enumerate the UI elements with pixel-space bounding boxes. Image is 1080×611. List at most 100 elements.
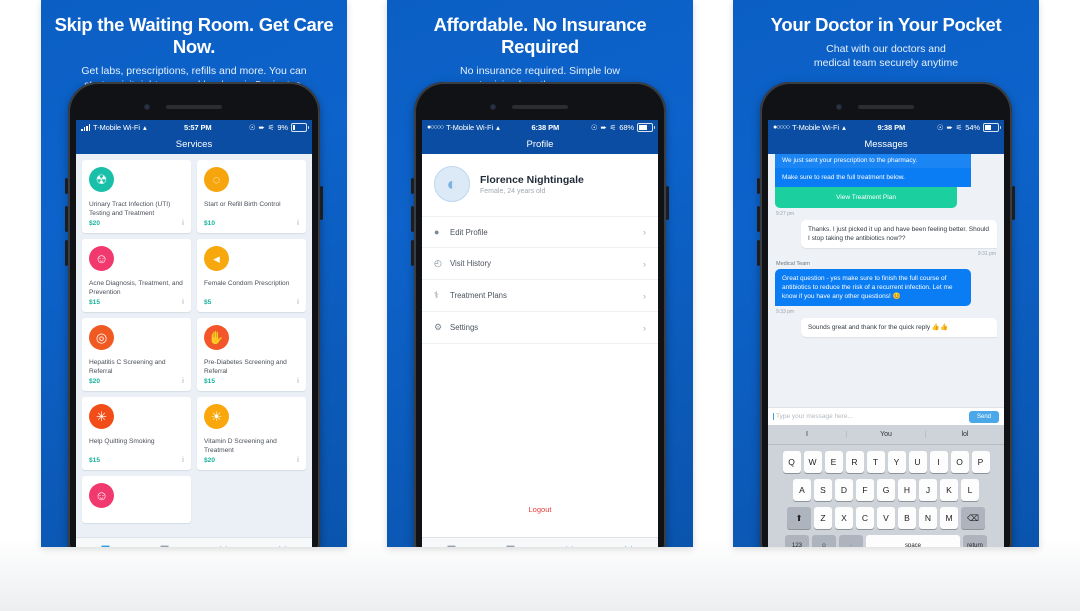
key-m[interactable]: M (940, 507, 958, 529)
panel-messages: Your Doctor in Your Pocket Chat with our… (733, 0, 1039, 547)
bottom-tab-bar[interactable]: ▬ ▬ ◡ ◡ (422, 537, 658, 547)
pill-ring-icon: ◌ (204, 167, 229, 192)
key-w[interactable]: W (803, 451, 822, 473)
service-card[interactable]: ◎ Hepatitis C Screening and Referral $20… (82, 318, 191, 391)
prediction-1[interactable]: I (768, 431, 847, 438)
prediction-3[interactable]: lol (926, 431, 1004, 438)
menu-item-settings[interactable]: ⚙ Settings › (422, 311, 658, 343)
info-icon[interactable]: i (297, 378, 299, 385)
menu-item-label: Visit History (450, 259, 492, 268)
key-p[interactable]: P (971, 451, 990, 473)
key-o[interactable]: O (950, 451, 969, 473)
phone-screen-2: ●○○○○ T-Mobile Wi-Fi ▴ 6:38 PM ☉ ➨ ⚟ 68% (422, 120, 658, 547)
services-list[interactable]: ☢ Urinary Tract Infection (UTI) Testing … (76, 154, 312, 538)
sidebar-item-services[interactable]: ▬ (76, 538, 135, 548)
speaker-grille (512, 105, 568, 109)
key-a[interactable]: A (793, 479, 811, 501)
service-card-partial[interactable] (197, 476, 306, 523)
return-key[interactable]: return (963, 535, 987, 547)
key-e[interactable]: E (824, 451, 843, 473)
service-card[interactable]: ☺ Acne Diagnosis, Treatment, and Prevent… (82, 239, 191, 312)
key-d[interactable]: D (835, 479, 853, 501)
sidebar-item-visits[interactable]: ▬ (135, 538, 194, 548)
service-price: $15 (89, 457, 101, 464)
key-z[interactable]: Z (814, 507, 832, 529)
message-bubble: Sounds great and thank for the quick rep… (800, 318, 997, 337)
sidebar-item-profile[interactable]: ◡ (253, 538, 312, 548)
key-b[interactable]: B (898, 507, 916, 529)
speaker-grille (858, 105, 914, 109)
onscreen-keyboard[interactable]: I You lol Q W E R T Y U I O P A S D F G … (768, 425, 1004, 547)
chevron-right-icon: › (643, 258, 646, 269)
prediction-2[interactable]: You (847, 431, 926, 438)
page-title: Skip the Waiting Room. Get Care Now. (54, 14, 334, 57)
info-icon[interactable]: i (182, 220, 184, 227)
emoji-key-icon[interactable]: ☺ (812, 535, 836, 547)
sidebar-item-profile[interactable]: ◡ (599, 538, 658, 548)
sidebar-item-messages[interactable]: ◡ (194, 538, 253, 548)
nav-title: Messages (864, 138, 908, 150)
service-card[interactable]: ☢ Urinary Tract Infection (UTI) Testing … (82, 160, 191, 233)
backspace-key-icon[interactable]: ⌫ (961, 507, 985, 529)
nav-title: Services (175, 138, 213, 150)
numeric-key[interactable]: 123 (785, 535, 809, 547)
service-card[interactable]: ◌ Start or Refill Birth Control $10 i (197, 160, 306, 233)
service-card[interactable]: ☀ Vitamin D Screening and Treatment $20 … (197, 397, 306, 470)
location-icon: ➨ (258, 122, 265, 132)
info-icon[interactable]: i (182, 378, 184, 385)
key-v[interactable]: V (877, 507, 895, 529)
key-i[interactable]: I (929, 451, 948, 473)
sidebar-item-visits[interactable]: ▬ (481, 538, 540, 548)
key-h[interactable]: H (898, 479, 916, 501)
view-treatment-plan-button[interactable]: View Treatment Plan (775, 187, 958, 208)
key-u[interactable]: U (908, 451, 927, 473)
key-s[interactable]: S (814, 479, 832, 501)
space-key[interactable]: space (866, 535, 960, 547)
info-icon[interactable]: i (182, 457, 184, 464)
key-r[interactable]: R (845, 451, 864, 473)
keyboard-row-2: A S D F G H J K L (768, 479, 1004, 501)
sidebar-item-messages[interactable]: ◡ (540, 538, 599, 548)
key-q[interactable]: Q (782, 451, 801, 473)
battery-percent: 54% (965, 122, 980, 132)
shift-key-icon[interactable]: ⬆ (787, 507, 811, 529)
info-icon[interactable]: i (297, 457, 299, 464)
predictive-text-bar[interactable]: I You lol (768, 425, 1004, 445)
key-j[interactable]: J (919, 479, 937, 501)
key-t[interactable]: T (866, 451, 885, 473)
bottom-tab-bar[interactable]: ▬ ▬ ◡ ◡ (76, 537, 312, 547)
key-g[interactable]: G (877, 479, 895, 501)
send-button[interactable]: Send (968, 410, 999, 423)
kidney-icon: ☢ (89, 167, 114, 192)
menu-item-visit-history[interactable]: ◴ Visit History › (422, 247, 658, 279)
power-button (1012, 186, 1015, 220)
sun-icon: ☀ (204, 404, 229, 429)
key-y[interactable]: Y (887, 451, 906, 473)
service-card-partial[interactable]: ☺ (82, 476, 191, 523)
menu-item-edit-profile[interactable]: ● Edit Profile › (422, 216, 658, 247)
service-card[interactable]: ✳ Help Quitting Smoking $15 i (82, 397, 191, 470)
message-composer[interactable]: Type your message here... Send (768, 407, 1004, 425)
key-x[interactable]: X (835, 507, 853, 529)
info-icon[interactable]: i (297, 220, 299, 227)
logout-button[interactable]: Logout (422, 505, 658, 514)
battery-icon (291, 122, 309, 132)
carrier-label: T-Mobile Wi-Fi (446, 122, 494, 132)
key-l[interactable]: L (961, 479, 979, 501)
message-thread[interactable]: We just sent your prescription to the ph… (768, 154, 1004, 547)
info-icon[interactable]: i (297, 299, 299, 306)
service-card[interactable]: ◂ Female Condom Prescription $5 i (197, 239, 306, 312)
mic-key-icon[interactable]: · (839, 535, 863, 547)
key-f[interactable]: F (856, 479, 874, 501)
partial-card-icon: ☺ (89, 483, 114, 508)
message-bubble-clipped: We just sent your prescription to the ph… (775, 154, 972, 170)
key-k[interactable]: K (940, 479, 958, 501)
key-c[interactable]: C (856, 507, 874, 529)
key-n[interactable]: N (919, 507, 937, 529)
service-card[interactable]: ✋ Pre-Diabetes Screening and Referral $1… (197, 318, 306, 391)
sidebar-item-services[interactable]: ▬ (422, 538, 481, 548)
message-input[interactable]: Type your message here... (773, 413, 964, 420)
menu-item-label: Settings (450, 323, 479, 332)
info-icon[interactable]: i (182, 299, 184, 306)
menu-item-treatment-plans[interactable]: ⚕ Treatment Plans › (422, 279, 658, 311)
